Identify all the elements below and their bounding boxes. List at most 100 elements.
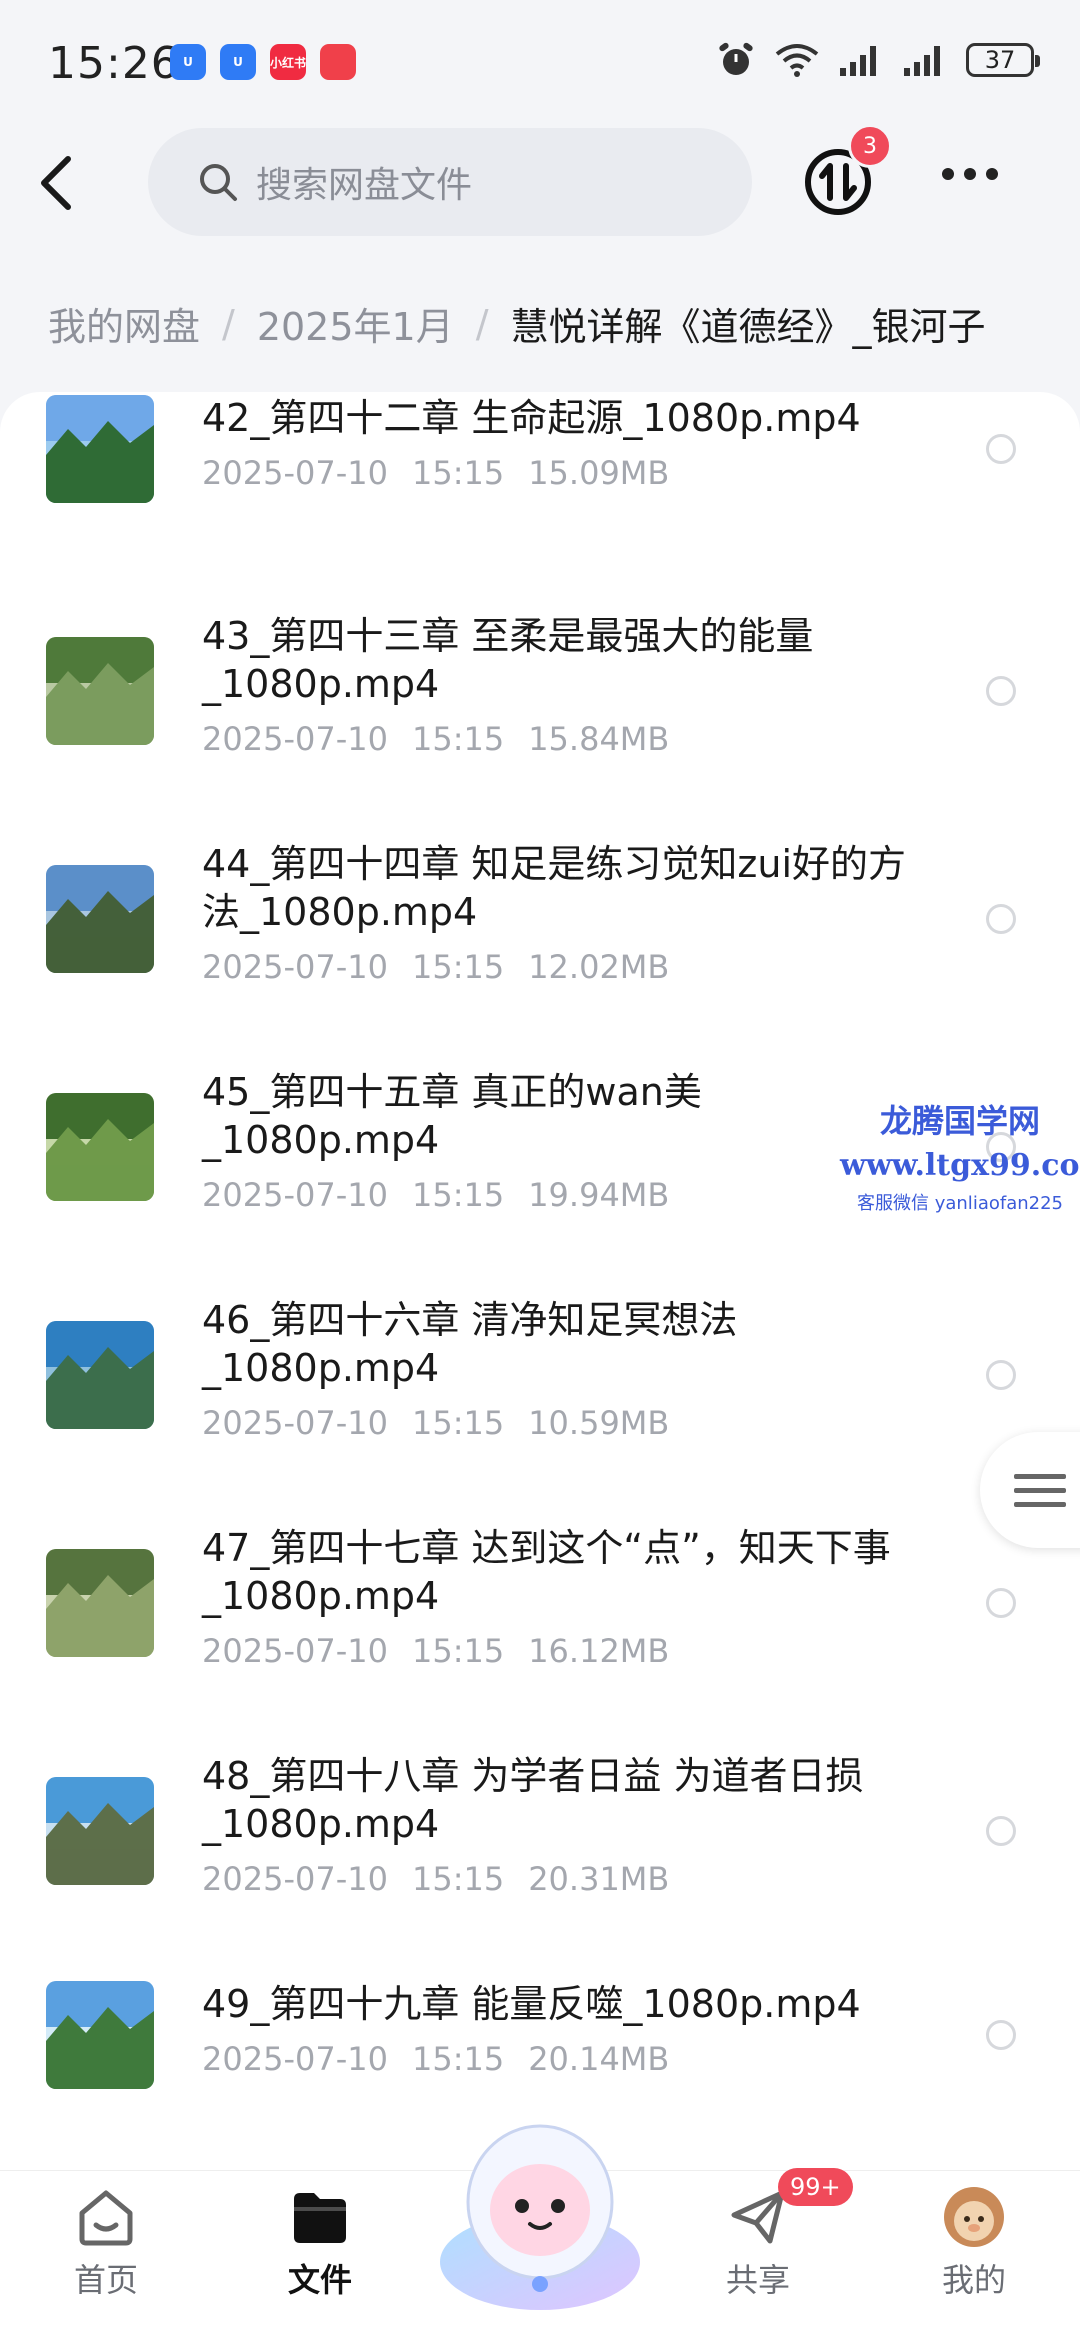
status-time: 15:26: [48, 38, 180, 89]
status-indicators: 37: [716, 40, 1040, 80]
video-thumbnail[interactable]: [46, 1777, 154, 1885]
file-row[interactable]: 46_第四十六章 清净知足冥想法_1080p.mp4 2025-07-10 15:1…: [0, 1286, 1080, 1514]
file-time: 15:15: [411, 1632, 505, 1670]
file-date: 2025-07-10: [202, 1632, 388, 1670]
select-checkbox[interactable]: [986, 1816, 1016, 1846]
more-dot-icon: [942, 168, 954, 180]
alarm-icon: [719, 42, 753, 75]
file-time: 15:15: [411, 1404, 505, 1442]
breadcrumb-current: 慧悦详解《道德经》_银河子: [510, 305, 986, 349]
tab-home[interactable]: 首页: [36, 2185, 176, 2301]
breadcrumb: 我的网盘 / 2025年1月 / 慧悦详解《道德经》_银河子: [48, 296, 986, 351]
file-name: 46_第四十六章 清净知足冥想法_1080p.mp4: [202, 1298, 738, 1390]
file-size: 15.09MB: [528, 454, 670, 492]
video-thumbnail[interactable]: [46, 865, 154, 973]
search-input[interactable]: 搜索网盘文件: [148, 128, 752, 236]
breadcrumb-item-root[interactable]: 我的网盘: [48, 296, 200, 351]
file-name: 47_第四十七章 达到这个“点”，知天下事_1080p.mp4: [202, 1526, 891, 1618]
file-meta: 2025-07-10 15:15 19.94MB: [202, 1176, 669, 1214]
xiaohongshu-icon: 小红书: [270, 44, 306, 80]
tab-me[interactable]: 我的: [904, 2185, 1044, 2301]
file-time: 15:15: [411, 720, 505, 758]
select-checkbox[interactable]: [986, 434, 1016, 464]
select-checkbox[interactable]: [986, 904, 1016, 934]
file-time: 15:15: [411, 2040, 505, 2078]
blue-app-icon: U: [170, 44, 206, 80]
file-size: 16.12MB: [528, 1632, 670, 1670]
chevron-left-icon: [41, 156, 71, 210]
file-row[interactable]: 44_第四十四章 知足是练习觉知zui好的方法_1080p.mp4 2025-07…: [0, 830, 1080, 1058]
avatar-icon: [944, 2187, 1004, 2247]
file-date: 2025-07-10: [202, 720, 388, 758]
breadcrumb-separator: /: [475, 301, 489, 346]
video-thumbnail[interactable]: [46, 1093, 154, 1201]
transfer-count-badge: 3: [848, 124, 892, 168]
watermark: 龙腾国学网 www.ltgx99.com 客服微信 yanliaofan225: [840, 1096, 1080, 1215]
share-count-badge: 99+: [778, 2168, 853, 2206]
ai-assistant-mascot-button[interactable]: [430, 2112, 650, 2312]
file-row[interactable]: 43_第四十三章 至柔是最强大的能量_1080p.mp4 2025-07-10 15…: [0, 602, 1080, 830]
file-name: 43_第四十三章 至柔是最强大的能量_1080p.mp4: [202, 614, 814, 706]
signal-icon: [904, 46, 940, 76]
file-list: 42_第四十二章 生命起源_1080p.mp4 2025-07-10 15:15 15…: [0, 392, 1080, 2170]
tab-files[interactable]: 文件: [250, 2185, 390, 2301]
file-date: 2025-07-10: [202, 2040, 388, 2078]
back-button[interactable]: [36, 148, 92, 218]
file-size: 15.84MB: [528, 720, 670, 758]
file-size: 19.94MB: [528, 1176, 670, 1214]
red-app-icon: [320, 44, 356, 80]
mascot-icon: [440, 2124, 640, 2310]
file-meta: 2025-07-10 15:15 10.59MB: [202, 1404, 669, 1442]
file-date: 2025-07-10: [202, 1404, 388, 1442]
video-thumbnail[interactable]: [46, 395, 154, 503]
file-meta: 2025-07-10 15:15 20.14MB: [202, 2040, 669, 2078]
folder-icon: [294, 2193, 346, 2243]
file-time: 15:15: [411, 1860, 505, 1898]
file-name: 44_第四十四章 知足是练习觉知zui好的方法_1080p.mp4: [202, 842, 907, 934]
select-checkbox[interactable]: [986, 2020, 1016, 2050]
file-meta: 2025-07-10 15:15 16.12MB: [202, 1632, 669, 1670]
signal-icon: [840, 46, 876, 76]
home-icon: [79, 2190, 133, 2246]
watermark-title: 龙腾国学网: [879, 1102, 1040, 1140]
file-name: 48_第四十八章 为学者日益 为道者日损_1080p.mp4: [202, 1754, 864, 1846]
file-size: 20.31MB: [528, 1860, 670, 1898]
battery-indicator: 37: [966, 43, 1040, 77]
more-menu-button[interactable]: [942, 168, 998, 180]
battery-level: 37: [984, 46, 1016, 74]
video-thumbnail[interactable]: [46, 1321, 154, 1429]
file-time: 15:15: [411, 454, 505, 492]
file-name: 45_第四十五章 真正的wan美_1080p.mp4: [202, 1070, 702, 1162]
blue-app-icon: U: [220, 44, 256, 80]
status-bar: 15:26 U U 小红书 37: [0, 0, 1080, 120]
search-placeholder: 搜索网盘文件: [256, 165, 473, 206]
search-icon: [200, 164, 237, 201]
file-meta: 2025-07-10 15:15 20.31MB: [202, 1860, 669, 1898]
file-name: 42_第四十二章 生命起源_1080p.mp4: [202, 396, 861, 440]
file-row[interactable]: 48_第四十八章 为学者日益 为道者日损_1080p.mp4 2025-07-10…: [0, 1742, 1080, 1970]
select-checkbox[interactable]: [986, 1360, 1016, 1390]
video-thumbnail[interactable]: [46, 1549, 154, 1657]
video-thumbnail[interactable]: [46, 1981, 154, 2089]
tab-home-label: 首页: [73, 2261, 138, 2299]
tab-share-label: 共享: [725, 2261, 790, 2299]
file-date: 2025-07-10: [202, 1860, 388, 1898]
notification-app-icons: U U 小红书: [170, 44, 356, 80]
file-meta: 2025-07-10 15:15 12.02MB: [202, 948, 669, 986]
watermark-url: www.ltgx99.com: [840, 1148, 1080, 1183]
watermark-contact: 客服微信 yanliaofan225: [857, 1193, 1063, 1214]
video-thumbnail[interactable]: [46, 637, 154, 745]
file-size: 20.14MB: [528, 2040, 670, 2078]
breadcrumb-item-folder[interactable]: 2025年1月: [257, 296, 454, 351]
file-row[interactable]: 47_第四十七章 达到这个“点”，知天下事_1080p.mp4 2025-07-1…: [0, 1514, 1080, 1742]
file-size: 10.59MB: [528, 1404, 670, 1442]
tab-me-label: 我的: [941, 2261, 1006, 2299]
tab-files-label: 文件: [287, 2261, 352, 2299]
file-date: 2025-07-10: [202, 1176, 388, 1214]
file-date: 2025-07-10: [202, 948, 388, 986]
select-checkbox[interactable]: [986, 676, 1016, 706]
file-row[interactable]: 42_第四十二章 生命起源_1080p.mp4 2025-07-10 15:15 15…: [0, 392, 1080, 612]
wifi-icon: [775, 44, 819, 77]
file-time: 15:15: [411, 948, 505, 986]
select-checkbox[interactable]: [986, 1588, 1016, 1618]
